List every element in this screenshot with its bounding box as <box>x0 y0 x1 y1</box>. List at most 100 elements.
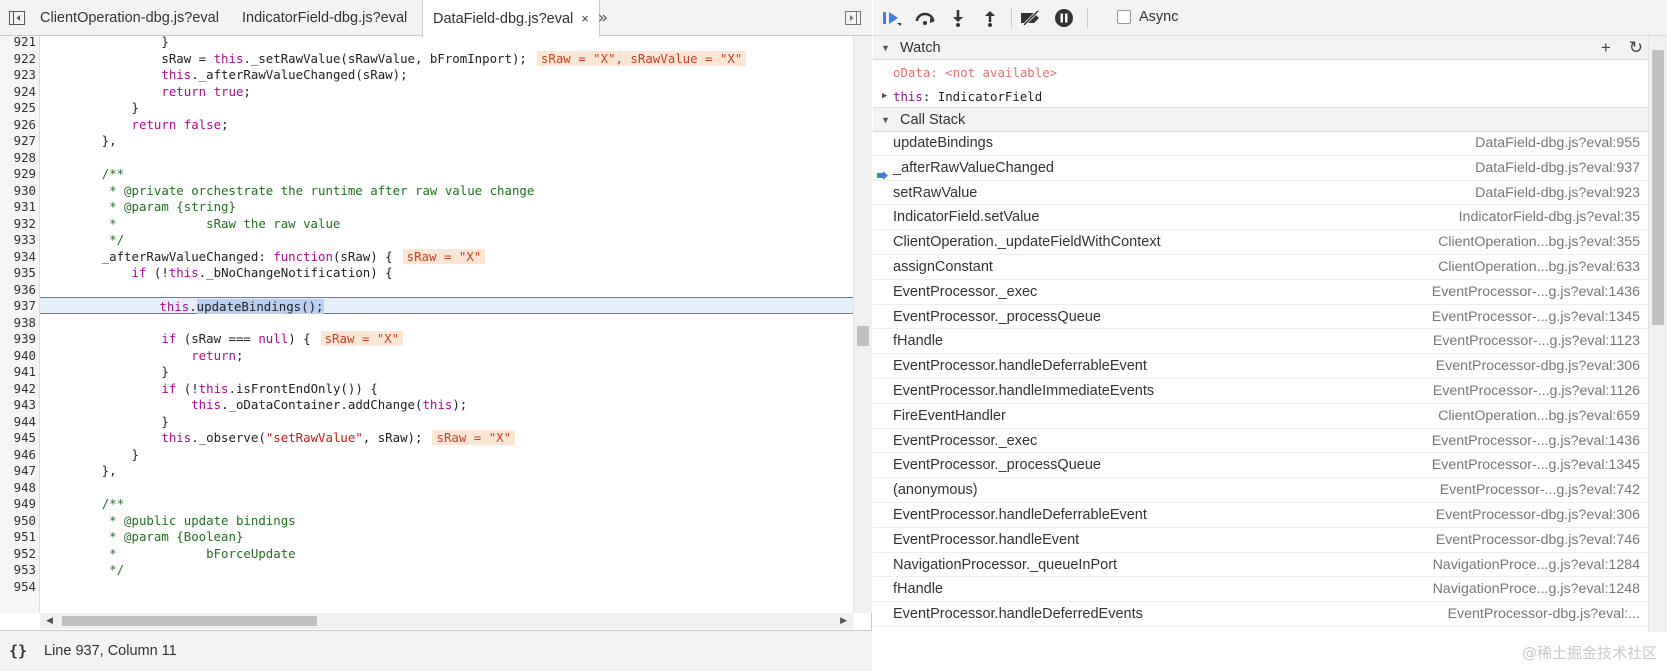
frame-location-link[interactable]: ClientOperation...bg.js?eval:355 <box>1438 230 1640 255</box>
code-line[interactable] <box>42 149 852 166</box>
code-line[interactable]: } <box>42 99 852 116</box>
code-line[interactable]: }, <box>42 462 852 479</box>
frame-location-link[interactable]: NavigationProce...g.js?eval:1284 <box>1433 553 1640 578</box>
add-watch-icon[interactable]: + <box>1601 38 1611 58</box>
frame-location-link[interactable]: DataField-dbg.js?eval:923 <box>1475 181 1640 206</box>
more-tabs-button[interactable]: » <box>586 0 620 36</box>
code-line[interactable] <box>42 314 852 331</box>
line-number[interactable]: 923 <box>0 66 36 83</box>
call-frame[interactable]: setRawValue DataField-dbg.js?eval:923 <box>873 181 1648 206</box>
code-line[interactable] <box>42 578 852 595</box>
call-frame[interactable]: assignConstant ClientOperation...bg.js?ev… <box>873 255 1648 280</box>
code-line[interactable]: this._oDataContainer.addChange(this); <box>42 396 852 413</box>
code-line[interactable]: /** <box>42 165 852 182</box>
scroll-thumb[interactable] <box>1652 50 1664 325</box>
async-checkbox[interactable] <box>1117 10 1131 24</box>
tab-client-operation[interactable]: ClientOperation-dbg.js?eval <box>30 0 229 36</box>
code-line[interactable]: */ <box>42 231 852 248</box>
call-frame[interactable]: EventProcessor._exec EventProcessor-...g.… <box>873 280 1648 305</box>
line-number[interactable]: 951 <box>0 528 36 545</box>
frame-location-link[interactable]: EventProcessor-...g.js?eval:1123 <box>1433 329 1640 354</box>
tab-indicator-field[interactable]: IndicatorField-dbg.js?eval <box>232 0 417 36</box>
code-line[interactable]: if (!this._bNoChangeNotification) { <box>42 264 852 281</box>
line-number[interactable]: 942 <box>0 380 36 397</box>
scroll-thumb[interactable] <box>62 616 317 626</box>
line-number[interactable]: 954 <box>0 578 36 595</box>
debugger-vertical-scrollbar[interactable] <box>1648 36 1667 632</box>
toggle-debugger-button[interactable] <box>836 0 870 36</box>
code-line[interactable]: */ <box>42 561 852 578</box>
code-line[interactable]: return; <box>42 347 852 364</box>
call-frame[interactable]: fHandle NavigationProce...g.js?eval:1248 <box>873 577 1648 603</box>
line-number[interactable]: 934 <box>0 248 36 265</box>
line-number[interactable]: 946 <box>0 446 36 463</box>
call-frame[interactable]: EventProcessor._processQueue EventProcess… <box>873 453 1648 479</box>
line-number[interactable]: 953 <box>0 561 36 578</box>
call-frame[interactable]: EventProcessor.handleDeferredEvents Event… <box>873 602 1648 627</box>
toggle-navigator-button[interactable] <box>0 0 34 36</box>
refresh-icon[interactable]: ↻ <box>1629 38 1643 58</box>
editor-vertical-scrollbar[interactable] <box>853 36 872 613</box>
line-number[interactable]: 939 <box>0 330 36 347</box>
call-frame[interactable]: EventProcessor._exec EventProcessor-...g.… <box>873 429 1648 454</box>
call-frame[interactable]: _afterRawValueChanged DataField-dbg.js?ev… <box>873 156 1648 181</box>
watch-expression[interactable]: oData: <not available> <box>873 60 1648 85</box>
line-number[interactable]: 931 <box>0 198 36 215</box>
line-number[interactable]: 935 <box>0 264 36 281</box>
step-into-button[interactable] <box>945 6 971 30</box>
resume-button[interactable] <box>879 6 905 30</box>
call-frame[interactable]: (anonymous) EventProcessor-...g.js?eval:7… <box>873 478 1648 503</box>
watch-section-header[interactable]: ▼ Watch + ↻ <box>873 35 1667 60</box>
code-line[interactable] <box>42 479 852 496</box>
line-number[interactable]: 948 <box>0 479 36 496</box>
line-number[interactable]: 930 <box>0 182 36 199</box>
call-frame[interactable]: EventProcessor.handleImmediateEvents Even… <box>873 379 1648 404</box>
code-line[interactable]: sRaw = this._setRawValue(sRawValue, bFro… <box>42 50 852 67</box>
line-number[interactable]: 925 <box>0 99 36 116</box>
call-frame[interactable]: EventProcessor.handleEvent EventProcessor… <box>873 528 1648 553</box>
pretty-print-button[interactable]: {} <box>0 642 36 660</box>
line-number[interactable]: 922 <box>0 50 36 67</box>
frame-location-link[interactable]: EventProcessor-dbg.js?eval:... <box>1448 602 1640 627</box>
frame-location-link[interactable]: DataField-dbg.js?eval:937 <box>1475 156 1640 181</box>
call-frame[interactable]: NavigationProcessor._queueInPort Navigati… <box>873 553 1648 578</box>
scroll-left-icon[interactable]: ◀ <box>46 616 53 626</box>
code-line[interactable]: } <box>42 446 852 463</box>
code-line[interactable]: * @public update bindings <box>42 512 852 529</box>
call-frame[interactable]: fHandle EventProcessor-...g.js?eval:1123 <box>873 329 1648 355</box>
step-over-button[interactable] <box>912 6 938 30</box>
code-editor[interactable]: 921 922 923 924 925 926 927 928 929 930 931 932 933 9… <box>0 36 872 613</box>
frame-location-link[interactable]: EventProcessor-...g.js?eval:742 <box>1440 478 1640 503</box>
code-line[interactable]: * @private orchestrate the runtime after… <box>42 182 852 199</box>
frame-location-link[interactable]: EventProcessor-...g.js?eval:1126 <box>1433 379 1640 404</box>
code-line[interactable]: }, <box>42 132 852 149</box>
line-number[interactable]: 943 <box>0 396 36 413</box>
frame-location-link[interactable]: ClientOperation...bg.js?eval:659 <box>1438 404 1640 429</box>
line-number[interactable]: 933 <box>0 231 36 248</box>
frame-location-link[interactable]: EventProcessor-dbg.js?eval:306 <box>1436 354 1640 379</box>
line-number[interactable]: 932 <box>0 215 36 232</box>
code-line[interactable]: if (sRaw === null) {sRaw = "X" <box>42 330 852 347</box>
code-line[interactable]: /** <box>42 495 852 512</box>
code-line[interactable]: return true; <box>42 83 852 100</box>
code-line[interactable]: return false; <box>42 116 852 133</box>
scroll-right-icon[interactable]: ▶ <box>840 616 847 626</box>
frame-location-link[interactable]: IndicatorField-dbg.js?eval:35 <box>1459 205 1640 230</box>
code-line[interactable]: _afterRawValueChanged: function(sRaw) {s… <box>42 248 852 265</box>
watch-expression[interactable]: ▶ this: IndicatorField <box>873 84 1648 109</box>
code-line[interactable]: * sRaw the raw value <box>42 215 852 232</box>
line-number[interactable]: 945 <box>0 429 36 446</box>
frame-location-link[interactable]: EventProcessor-...g.js?eval:1345 <box>1432 305 1640 330</box>
line-number[interactable]: 927 <box>0 132 36 149</box>
line-number[interactable]: 921 <box>0 36 36 50</box>
line-number[interactable]: 936 <box>0 281 36 298</box>
line-number[interactable]: 941 <box>0 363 36 380</box>
scroll-thumb[interactable] <box>857 326 869 346</box>
line-number[interactable]: 947 <box>0 462 36 479</box>
call-frame[interactable]: ClientOperation._updateFieldWithContext C… <box>873 230 1648 255</box>
execution-line[interactable]: this.updateBindings(); <box>40 297 854 315</box>
call-frame[interactable]: EventProcessor._processQueue EventProcess… <box>873 305 1648 330</box>
line-number[interactable]: 940 <box>0 347 36 364</box>
code-line[interactable]: * @param {Boolean} <box>42 528 852 545</box>
call-frame[interactable]: FireEventHandler ClientOperation...bg.js?… <box>873 404 1648 429</box>
